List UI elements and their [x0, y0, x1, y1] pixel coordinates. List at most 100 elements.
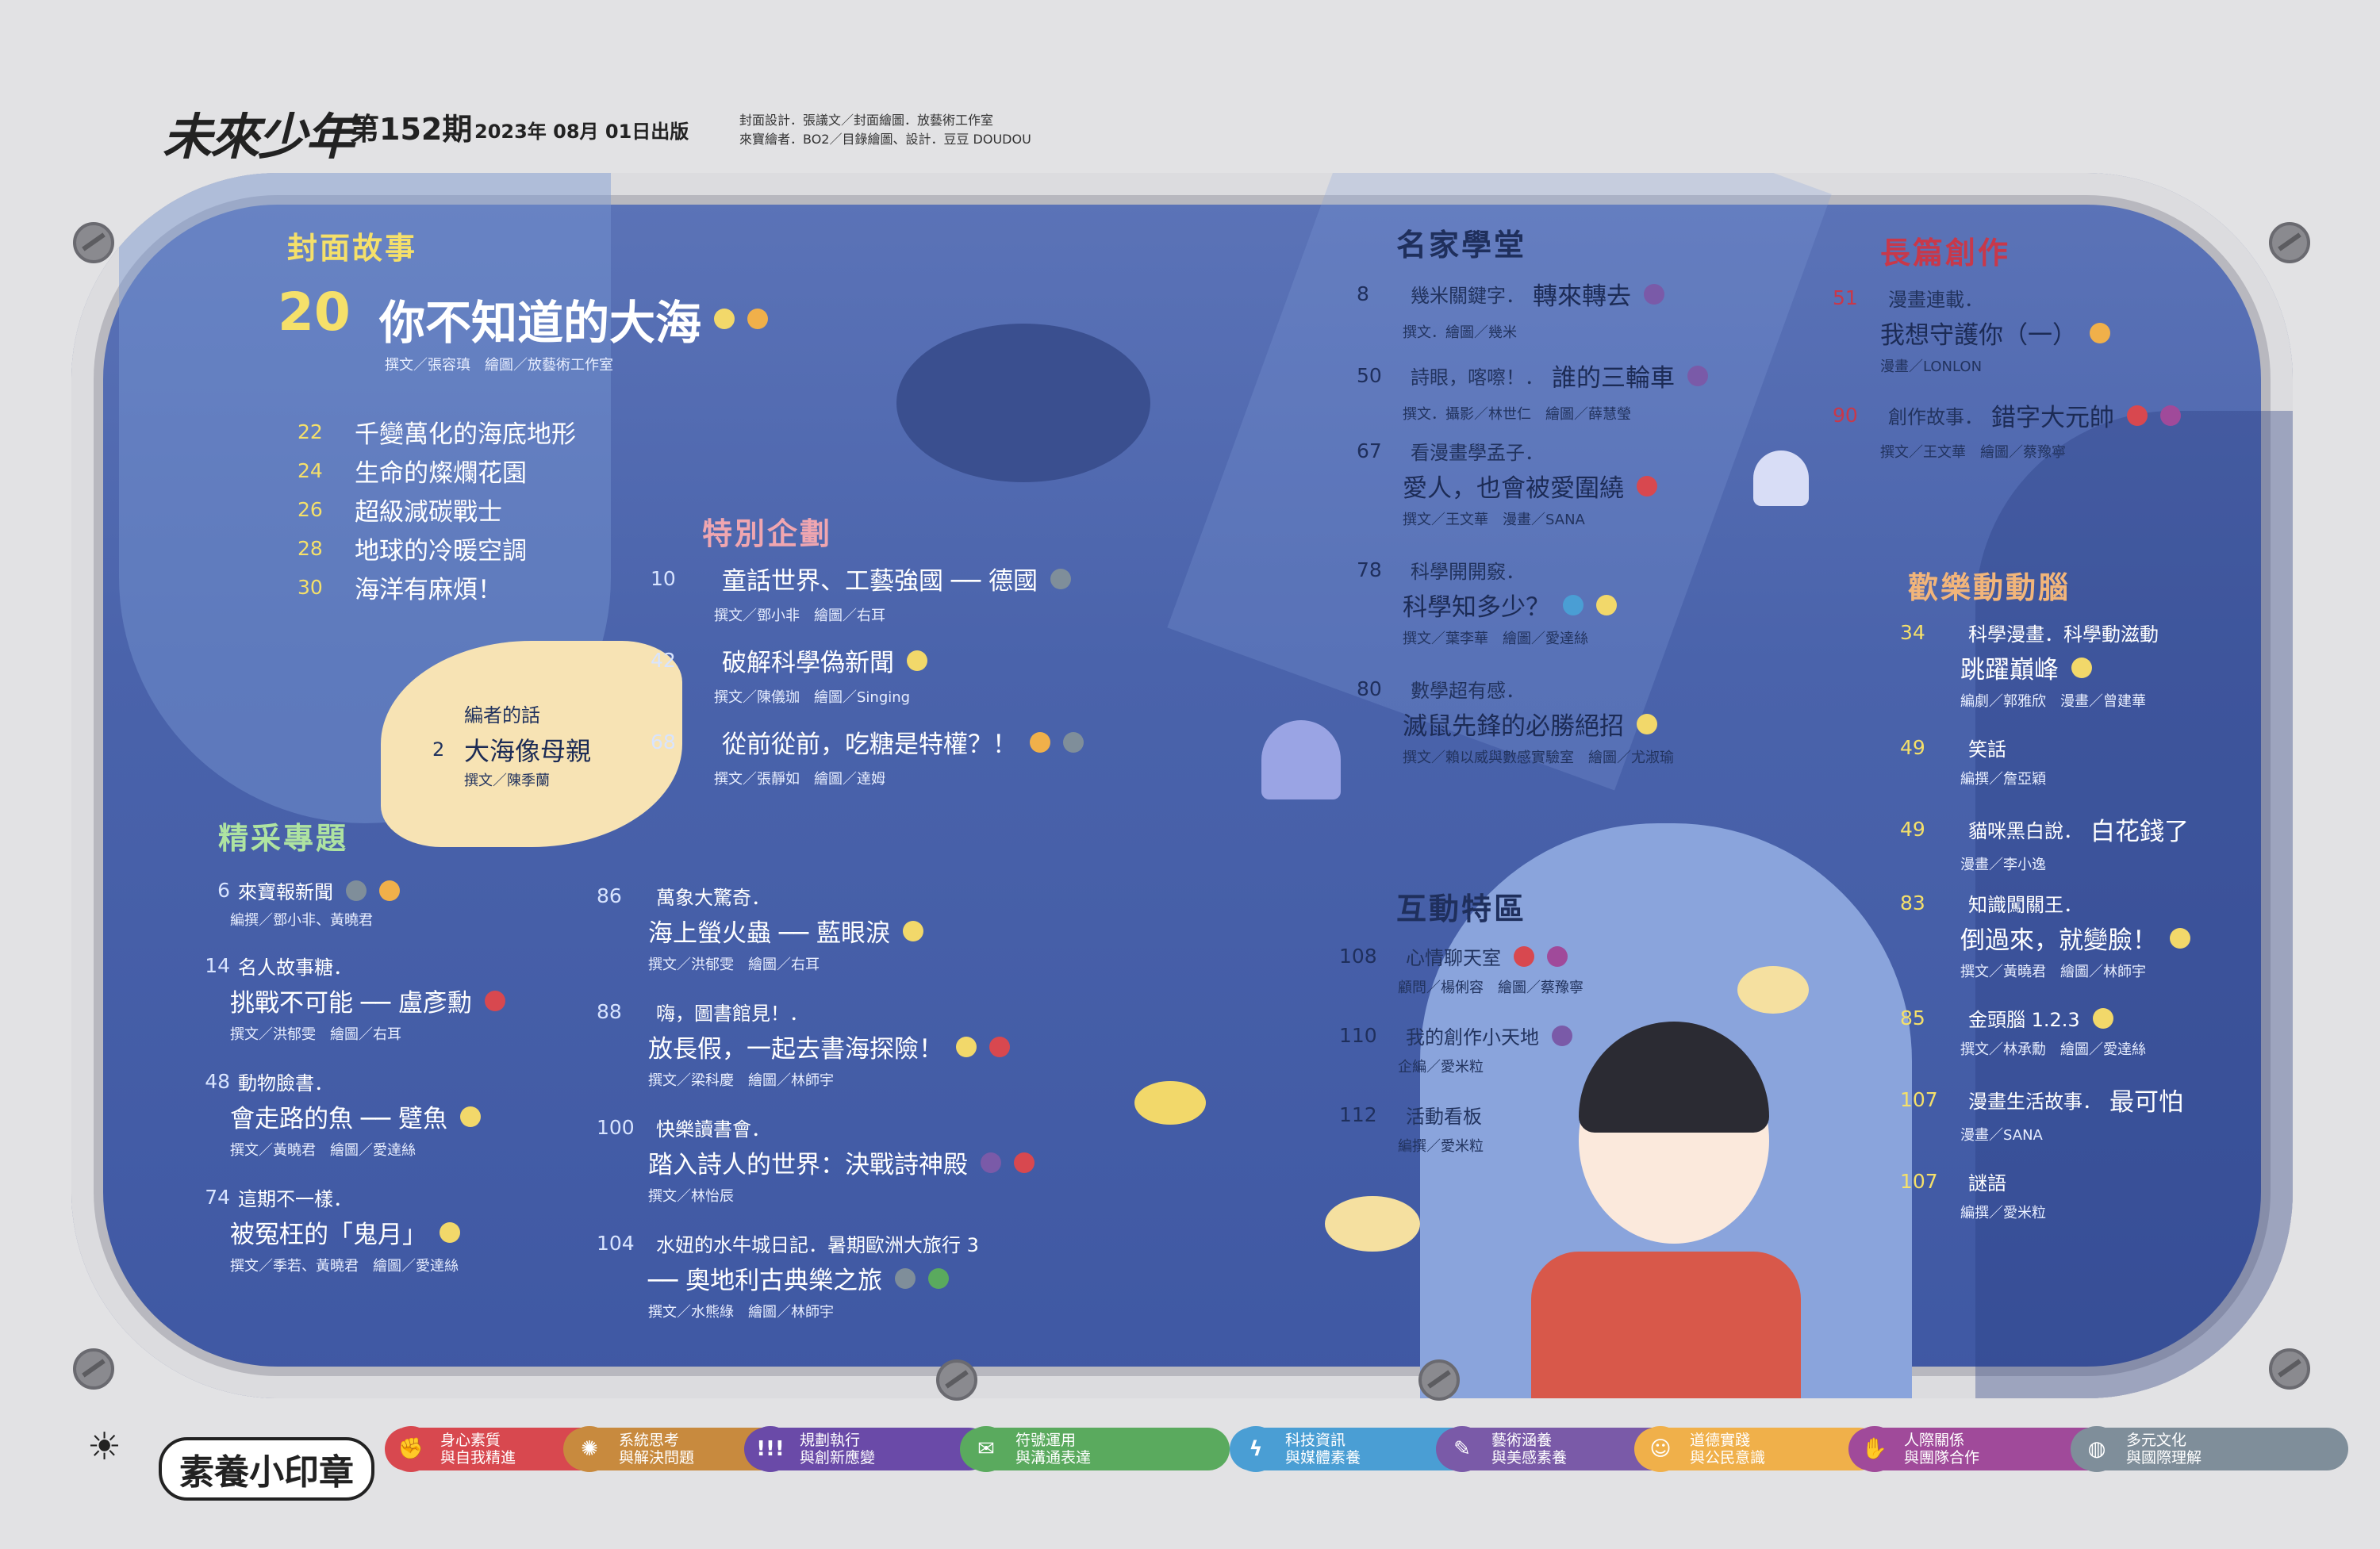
- list-item[interactable]: 34 科學漫畫．科學動滋動 跳躍巔峰 編劇／郭雅欣 漫畫／曾建華: [1900, 619, 2190, 734]
- list-item[interactable]: 26 超級減碳戰士: [298, 490, 576, 529]
- legend-item: !!! 規劃執行 與創新應變: [744, 1426, 990, 1472]
- list-item[interactable]: 14 名人故事糖． 挑戰不可能 ── 盧彥勳 撰文／洪郁雯 繪圖／右耳: [190, 952, 506, 1068]
- list-item[interactable]: 42 破解科學偽新聞 撰文／陳儀珈 繪圖／Singing: [651, 642, 1084, 724]
- fist-badge-icon: [1637, 475, 1657, 497]
- civic-badge-icon: [747, 309, 769, 329]
- fist-badge-icon: [2127, 405, 2148, 426]
- issue-number: 第152期: [349, 112, 473, 147]
- globe-badge-icon: [1063, 731, 1084, 753]
- bulb-badge-icon: [1637, 713, 1657, 734]
- screw-icon: [2269, 222, 2310, 263]
- bulb-badge-icon: [1596, 594, 1617, 615]
- art-badge-icon: [981, 1152, 1001, 1173]
- list-item[interactable]: 107 謎語 編撰／愛米粒: [1900, 1168, 2190, 1245]
- bulb-badge-icon: [460, 1106, 482, 1127]
- chat-badge-icon: [928, 1267, 950, 1289]
- list-item[interactable]: 67 看漫畫學孟子． 愛人，也會被愛圍繞 撰文／王文華 漫畫／SANA: [1357, 437, 1708, 556]
- list-item[interactable]: 80 數學超有感． 滅鼠先鋒的必勝絕招 撰文／賴以威與數感實驗室 繪圖／尤淑瑜: [1357, 675, 1708, 794]
- list-item[interactable]: 49 貓咪黑白說． 白花錢了 漫畫／李小逸: [1900, 811, 2190, 889]
- cover-story-main-title: 你不知道的大海: [379, 296, 702, 350]
- list-item[interactable]: 24 生命的燦爛花園: [298, 451, 576, 490]
- list-item[interactable]: 110 我的創作小天地 企編／愛米粒: [1339, 1022, 1583, 1101]
- list-item[interactable]: 104 水妞的水牛城日記．暑期歐洲大旅行 3 ── 奧地利古典樂之旅 撰文／水熊綠…: [597, 1229, 1035, 1345]
- special-list: 10 童話世界、工藝強國 ── 德國 撰文／鄧小非 繪圖／右耳 42 破解科學偽新聞…: [651, 561, 1084, 806]
- list-item[interactable]: 8 幾米關鍵字． 轉來轉去 撰文．繪圖／幾米: [1357, 276, 1708, 358]
- list-item[interactable]: 48 動物臉書． 會走路的魚 ── 躄魚 撰文／黃曉君 繪圖／愛達絲: [190, 1068, 505, 1183]
- tech-badge-icon: [1563, 594, 1583, 615]
- list-item[interactable]: 112 活動看板 編撰／愛米粒: [1339, 1101, 1583, 1180]
- list-item[interactable]: 83 知識闖關王． 倒過來，就變臉！ 撰文／黃曉君 繪圖／林師宇: [1900, 889, 2190, 1004]
- fist-icon: ✊: [388, 1426, 434, 1472]
- art-badge-icon: [1644, 283, 1664, 305]
- bulb-badge-icon: [956, 1036, 977, 1057]
- bulb-badge-icon: [907, 650, 927, 671]
- cover-story-main[interactable]: 你不知道的大海: [379, 286, 769, 352]
- bulb-badge-icon: [2170, 927, 2190, 949]
- chat-icon: ✉: [963, 1426, 1009, 1472]
- palette-icon: ✎: [1439, 1426, 1485, 1472]
- magazine-logo: 未來少年: [163, 108, 355, 166]
- yellow-fish-2: [1325, 1196, 1420, 1252]
- civic-badge-icon: [379, 880, 400, 901]
- list-item[interactable]: 88 嗨，圖書館見！． 放長假，一起去書海探險！ 撰文／梁科慶 繪圖／林師宇: [597, 998, 1035, 1114]
- bulb-badge-icon: [440, 1221, 460, 1243]
- interactive-heading: 互動特區: [1396, 891, 1527, 926]
- publish-date: 2023年 08月 01日出版: [474, 121, 689, 143]
- art-badge-icon: [1552, 1025, 1572, 1046]
- longform-heading: 長篇創作: [1880, 236, 2011, 270]
- list-item[interactable]: 107 漫畫生活故事． 最可怕 漫畫／SANA: [1900, 1082, 2190, 1168]
- fun-list: 34 科學漫畫．科學動滋動 跳躍巔峰 編劇／郭雅欣 漫畫／曾建華 49 笑話 編撰／…: [1900, 619, 2190, 1245]
- list-item[interactable]: 22 千變萬化的海底地形: [298, 412, 576, 451]
- list-item[interactable]: 50 詩眼，喀嚓！． 誰的三輪車 撰文．攝影／林世仁 繪圖／薛慧瑩: [1357, 358, 1708, 437]
- globe-icon: ◍: [2074, 1426, 2120, 1472]
- screw-icon: [73, 222, 114, 263]
- list-item[interactable]: 108 心情聊天室 顧問／楊俐容 繪圖／蔡豫寧: [1339, 942, 1583, 1022]
- list-item[interactable]: 28 地球的冷暖空調: [298, 529, 576, 568]
- screw-icon: [936, 1359, 977, 1401]
- fist-badge-icon: [485, 990, 506, 1011]
- list-item[interactable]: 85 金頭腦 1.2.3 撰文／林承勳 繪圖／愛達絲: [1900, 1004, 2190, 1082]
- list-item[interactable]: 51 漫畫連載． 我想守護你（一） 漫畫／LONLON: [1833, 284, 2181, 397]
- list-item[interactable]: 90 創作故事． 錯字大元帥 撰文／王文華 繪圖／蔡豫寧: [1833, 397, 2181, 477]
- editor-note[interactable]: 2 大海像母親: [432, 731, 591, 768]
- screw-icon: [1418, 1359, 1460, 1401]
- boy-shirt-shape: [1531, 1252, 1801, 1398]
- famous-list: 8 幾米關鍵字． 轉來轉去 撰文．繪圖／幾米 50 詩眼，喀嚓！． 誰的三輪車 撰文．攝…: [1357, 276, 1708, 794]
- famous-heading: 名家學堂: [1396, 228, 1527, 263]
- people-badge-icon: [1547, 945, 1568, 967]
- legend-bar: ✊ 身心素質 與自我精進 ✺ 系統思考 與解決問題 !!! 規劃執行 與創新應變 ✉ 符號運用…: [95, 1426, 2364, 1483]
- jellyfish-shape: [1261, 720, 1341, 799]
- bulb-badge-icon: [903, 920, 924, 941]
- globe-badge-icon: [1050, 568, 1072, 589]
- fist-badge-icon: [989, 1036, 1010, 1057]
- civic-badge-icon: [1030, 731, 1050, 753]
- special-heading: 特別企劃: [702, 516, 833, 551]
- exclamation-icon: !!!: [747, 1426, 793, 1472]
- bulb-badge-icon: [2092, 1007, 2113, 1029]
- cover-story-credit: 撰文／張容瑱 繪圖／放藝術工作室: [385, 357, 613, 374]
- list-item[interactable]: 68 從前從前，吃糖是特權？！ 撰文／張靜如 繪圖／達姆: [651, 724, 1084, 806]
- list-item[interactable]: 100 快樂讀書會． 踏入詩人的世界：決戰詩神殿 撰文／林怡辰: [597, 1114, 1035, 1229]
- civic-badge-icon: [2090, 322, 2110, 343]
- yellow-fish-1: [1134, 1081, 1206, 1125]
- interactive-list: 108 心情聊天室 顧問／楊俐容 繪圖／蔡豫寧 110 我的創作小天地 企編／愛米粒…: [1339, 942, 1583, 1180]
- list-item[interactable]: 78 科學開開竅． 科學知多少？ 撰文／葉李華 繪圖／愛達絲: [1357, 556, 1708, 675]
- list-item[interactable]: 10 童話世界、工藝強國 ── 德國 撰文／鄧小非 繪圖／右耳: [651, 561, 1084, 642]
- turtle-shape: [896, 324, 1150, 482]
- globe-badge-icon: [895, 1267, 916, 1289]
- list-item[interactable]: 86 萬象大驚奇． 海上螢火蟲 ── 藍眼淚 撰文／洪郁雯 繪圖／右耳: [597, 882, 1035, 998]
- middle-list: 86 萬象大驚奇． 海上螢火蟲 ── 藍眼淚 撰文／洪郁雯 繪圖／右耳 88 嗨，圖…: [597, 882, 1035, 1345]
- list-item[interactable]: 74 這期不一樣． 被冤枉的「鬼月」 撰文／季若、黃曉君 繪圖／愛達絲: [190, 1183, 505, 1299]
- list-item[interactable]: 30 海洋有麻煩！: [298, 568, 576, 607]
- yellow-fish-3: [1737, 966, 1809, 1014]
- longform-list: 51 漫畫連載． 我想守護你（一） 漫畫／LONLON 90 創作故事． 錯字大元帥 …: [1833, 284, 2181, 477]
- fist-badge-icon: [1514, 945, 1534, 967]
- featured-heading: 精采專題: [218, 821, 349, 856]
- globe-badge-icon: [346, 880, 367, 901]
- cover-story-heading: 封面故事: [287, 231, 418, 266]
- list-item[interactable]: 6 來寶報新聞 編撰／鄧小非、黃曉君: [190, 876, 505, 952]
- lightbulb-icon: ✺: [566, 1426, 612, 1472]
- bulb-badge-icon: [2071, 657, 2092, 678]
- legend-item: ◍ 多元文化 與國際理解: [2071, 1426, 2348, 1472]
- list-item[interactable]: 49 笑話 編撰／詹亞穎: [1900, 734, 2190, 811]
